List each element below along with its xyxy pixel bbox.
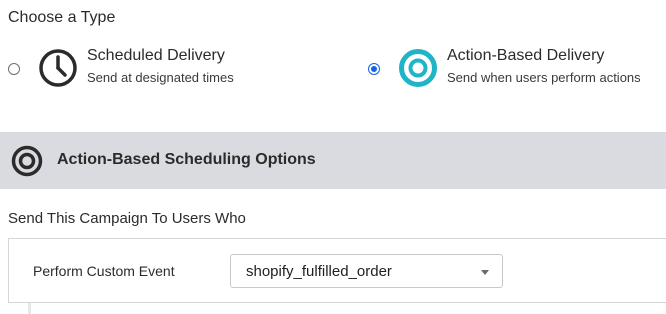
panel-divider [28,303,31,314]
scheduled-delivery-title: Scheduled Delivery [87,47,225,64]
trigger-type-label: Perform Custom Event [33,263,175,279]
scheduling-options-title: Action-Based Scheduling Options [57,151,316,168]
custom-event-value: shopify_fulfilled_order [246,263,392,280]
send-campaign-heading: Send This Campaign To Users Who [8,210,246,227]
custom-event-select[interactable]: shopify_fulfilled_order [230,254,503,288]
action-based-delivery-title: Action-Based Delivery [447,47,605,64]
action-based-delivery-radio[interactable] [368,63,380,75]
choose-type-heading: Choose a Type [8,9,116,26]
trigger-panel: Perform Custom Event shopify_fulfilled_o… [8,238,666,303]
scheduled-delivery-subtitle: Send at designated times [87,70,234,85]
clock-icon [38,48,78,88]
target-icon [398,48,438,88]
scheduled-delivery-option[interactable]: Scheduled Delivery Send at designated ti… [8,44,338,92]
action-based-delivery-subtitle: Send when users perform actions [447,70,641,85]
target-icon [11,145,43,177]
scheduling-options-header: Action-Based Scheduling Options [0,132,666,189]
scheduled-delivery-radio[interactable] [8,63,20,75]
chevron-down-icon [481,270,489,275]
campaign-delivery-page: Choose a Type Scheduled Delivery Send at… [0,0,666,314]
action-based-delivery-option[interactable]: Action-Based Delivery Send when users pe… [368,44,666,92]
